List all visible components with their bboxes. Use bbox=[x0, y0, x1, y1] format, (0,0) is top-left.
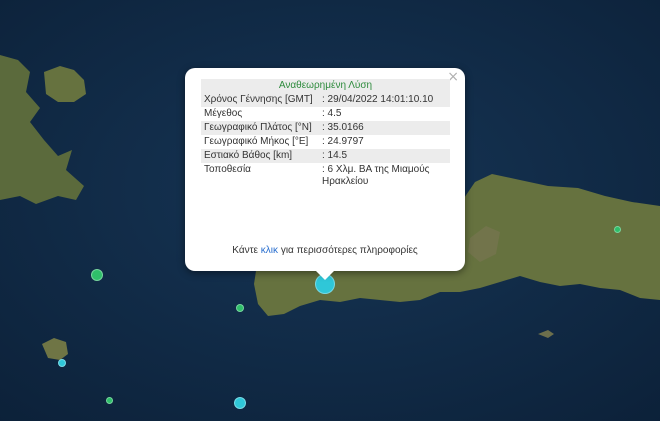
detail-value: : 35.0166 bbox=[319, 121, 450, 135]
detail-label: Εστιακό Βάθος [km] bbox=[201, 149, 319, 163]
detail-row: Γεωγραφικό Μήκος [°E] : 24.9797 bbox=[201, 135, 450, 149]
earthquake-info-popup: × Αναθεωρημένη Λύση Χρόνος Γέννησης [GMT… bbox=[185, 68, 465, 280]
footer-prefix: Κάντε bbox=[232, 245, 259, 256]
detail-row: Εστιακό Βάθος [km] : 14.5 bbox=[201, 149, 450, 163]
detail-row: Γεωγραφικό Πλάτος [°N] : 35.0166 bbox=[201, 121, 450, 135]
detail-value: : 29/04/2022 14:01:10.10 bbox=[319, 93, 450, 107]
popup-title: Αναθεωρημένη Λύση bbox=[201, 79, 450, 93]
earthquake-details-table: Αναθεωρημένη Λύση Χρόνος Γέννησης [GMT] … bbox=[201, 79, 450, 189]
detail-value: : 6 Χλμ. ΒΑ της Μιαμούς Ηρακλείου bbox=[322, 164, 430, 187]
earthquake-marker[interactable] bbox=[236, 304, 244, 312]
detail-label: Γεωγραφικό Πλάτος [°N] bbox=[201, 121, 319, 135]
earthquake-marker[interactable] bbox=[614, 226, 621, 233]
earthquake-marker[interactable] bbox=[106, 397, 113, 404]
detail-value: : 14.5 bbox=[319, 149, 450, 163]
footer-suffix: για περισσότερες πληροφορίες bbox=[280, 245, 418, 256]
popup-pointer bbox=[316, 271, 334, 280]
earthquake-marker[interactable] bbox=[58, 359, 66, 367]
earthquake-marker[interactable] bbox=[91, 269, 103, 281]
detail-label: Τοποθεσία bbox=[204, 164, 251, 175]
detail-value: : 4.5 bbox=[322, 108, 342, 119]
detail-label: Χρόνος Γέννησης [GMT] bbox=[201, 93, 319, 107]
popup-footer: Κάντε κλικ για περισσότερες πληροφορίες bbox=[185, 245, 465, 256]
detail-row: Μέγεθος : 4.5 bbox=[201, 107, 450, 121]
detail-row: Χρόνος Γέννησης [GMT] : 29/04/2022 14:01… bbox=[201, 93, 450, 107]
detail-label: Μέγεθος bbox=[204, 108, 243, 119]
detail-label: Γεωγραφικό Μήκος [°E] bbox=[204, 136, 309, 147]
detail-row: Τοποθεσία : 6 Χλμ. ΒΑ της Μιαμούς Ηρακλε… bbox=[201, 163, 450, 189]
more-info-link[interactable]: κλικ bbox=[261, 245, 278, 256]
map-view[interactable]: × Αναθεωρημένη Λύση Χρόνος Γέννησης [GMT… bbox=[0, 0, 660, 421]
earthquake-marker[interactable] bbox=[234, 397, 246, 409]
detail-value: : 24.9797 bbox=[322, 136, 364, 147]
